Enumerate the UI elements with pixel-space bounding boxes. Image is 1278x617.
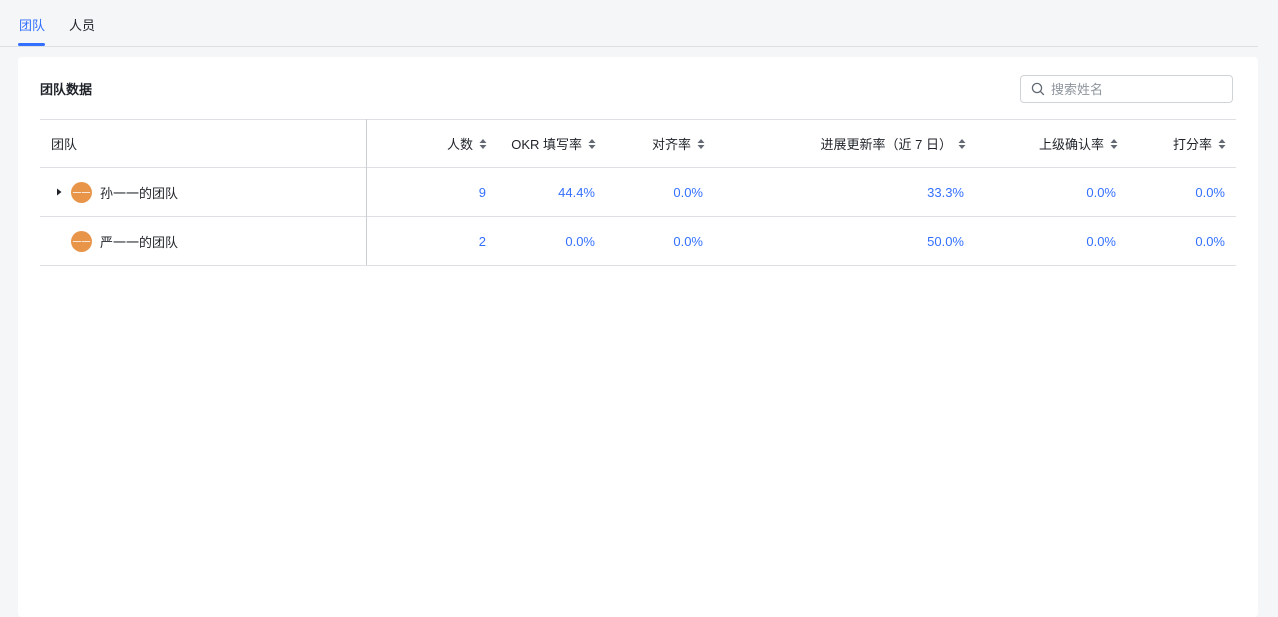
table-row[interactable]: 一一 孙一一的团队 9 44.4% 0.0% 33.3% 0.0% 0.0% [40, 168, 1236, 217]
sort-icon[interactable] [1218, 138, 1226, 150]
team-column-divider[interactable] [366, 119, 367, 265]
sort-icon[interactable] [697, 138, 705, 150]
col-header-score[interactable]: 打分率 [1140, 120, 1226, 167]
col-header-confirm[interactable]: 上级确认率 [1000, 120, 1118, 167]
team-cell: 一一 严一一的团队 [53, 217, 178, 265]
okr-fill-value[interactable]: 0.0% [500, 217, 595, 265]
col-header-okr-fill[interactable]: OKR 填写率 [500, 120, 596, 167]
sort-icon[interactable] [1110, 138, 1118, 150]
progress-value[interactable]: 50.0% [760, 217, 964, 265]
avatar: 一一 [71, 230, 92, 252]
team-name[interactable]: 孙一一的团队 [100, 183, 178, 202]
team-table: 团队 人数 OKR 填写率 对齐率 进展更新率（近 7 日） 上级确认率 打分率… [40, 119, 1236, 266]
confirm-value[interactable]: 0.0% [1000, 168, 1116, 216]
confirm-value[interactable]: 0.0% [1000, 217, 1116, 265]
avatar: 一一 [71, 181, 92, 203]
search-icon [1031, 82, 1045, 96]
table-row[interactable]: 一一 严一一的团队 2 0.0% 0.0% 50.0% 0.0% 0.0% [40, 217, 1236, 266]
members-value[interactable]: 2 [410, 217, 486, 265]
sort-icon[interactable] [479, 138, 487, 150]
caret-right-icon[interactable] [56, 188, 62, 196]
search-input[interactable] [1051, 80, 1227, 98]
search-box[interactable] [1020, 75, 1233, 103]
alignment-value[interactable]: 0.0% [620, 168, 703, 216]
score-value[interactable]: 0.0% [1140, 168, 1225, 216]
tab-bar: 团队 人员 [0, 0, 1258, 47]
table-header-row: 团队 人数 OKR 填写率 对齐率 进展更新率（近 7 日） 上级确认率 打分率 [40, 119, 1236, 168]
tab-people[interactable]: 人员 [69, 17, 95, 35]
members-value[interactable]: 9 [410, 168, 486, 216]
progress-value[interactable]: 33.3% [760, 168, 964, 216]
col-header-alignment[interactable]: 对齐率 [620, 120, 705, 167]
alignment-value[interactable]: 0.0% [620, 217, 703, 265]
team-cell: 一一 孙一一的团队 [53, 168, 178, 216]
score-value[interactable]: 0.0% [1140, 217, 1225, 265]
expand-toggle[interactable] [53, 188, 65, 196]
tab-team[interactable]: 团队 [19, 17, 45, 35]
col-header-members[interactable]: 人数 [410, 120, 487, 167]
active-tab-indicator [18, 43, 45, 46]
sort-icon[interactable] [588, 138, 596, 150]
col-header-progress[interactable]: 进展更新率（近 7 日） [760, 120, 966, 167]
team-name[interactable]: 严一一的团队 [100, 232, 178, 251]
okr-fill-value[interactable]: 44.4% [500, 168, 595, 216]
team-data-card: 团队数据 团队 人数 OKR 填写率 对齐率 进展更新率（近 7 日） [18, 57, 1258, 617]
sort-icon[interactable] [958, 138, 966, 150]
card-title: 团队数据 [40, 82, 93, 97]
col-header-team: 团队 [51, 137, 78, 152]
